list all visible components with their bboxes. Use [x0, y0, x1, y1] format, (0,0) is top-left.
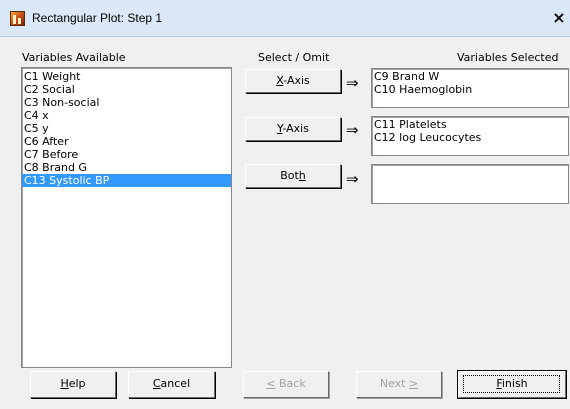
- x-axis-button-label-post: -Axis: [283, 74, 310, 87]
- next-button-key: >: [408, 377, 419, 390]
- both-selected-list[interactable]: [371, 164, 569, 204]
- list-item[interactable]: C2 Social: [22, 83, 231, 96]
- close-button[interactable]: ×: [548, 6, 570, 30]
- app-icon: [10, 11, 25, 26]
- list-item[interactable]: C5 y: [22, 122, 231, 135]
- finish-focus-ring: [463, 375, 560, 393]
- list-item[interactable]: C12 log Leucocytes: [372, 131, 568, 144]
- title-bar[interactable]: Rectangular Plot: Step 1 ×: [0, 0, 570, 37]
- y-axis-selected-list[interactable]: C11 Platelets C12 log Leucocytes: [371, 116, 569, 156]
- both-arrow-icon: ⇒: [346, 170, 359, 188]
- back-button-key: <: [266, 377, 276, 390]
- list-item[interactable]: C11 Platelets: [372, 118, 568, 131]
- window-title: Rectangular Plot: Step 1: [32, 11, 163, 25]
- both-button-label-pre: Bot: [280, 169, 299, 182]
- x-axis-arrow-icon: ⇒: [346, 74, 359, 92]
- help-button[interactable]: Help: [30, 371, 116, 398]
- back-button-rest: Back: [275, 377, 306, 390]
- help-button-rest: elp: [68, 377, 86, 390]
- variables-available-label: Variables Available: [22, 51, 126, 64]
- list-item[interactable]: C4 x: [22, 109, 231, 122]
- y-axis-button[interactable]: Y-Axis: [245, 117, 341, 141]
- cancel-button-key: C: [152, 377, 161, 390]
- cancel-button-rest: ancel: [160, 377, 191, 390]
- y-axis-arrow-icon: ⇒: [346, 121, 359, 139]
- y-axis-button-label-post: -Axis: [282, 122, 309, 135]
- list-item[interactable]: C8 Brand G: [22, 161, 231, 174]
- list-item[interactable]: C13 Systolic BP: [22, 174, 231, 187]
- both-button-label-key: h: [298, 169, 306, 182]
- list-item[interactable]: C1 Weight: [22, 70, 231, 83]
- back-button[interactable]: < Back: [243, 371, 329, 398]
- cancel-button[interactable]: Cancel: [128, 371, 215, 398]
- list-item[interactable]: C3 Non-social: [22, 96, 231, 109]
- list-item[interactable]: C10 Haemoglobin: [372, 83, 568, 96]
- both-button[interactable]: Both: [245, 164, 341, 188]
- variables-available-list[interactable]: C1 Weight C2 Social C3 Non-social C4 x C5 yC…: [21, 67, 232, 368]
- next-button[interactable]: Next >: [356, 371, 442, 398]
- next-button-pre: Next: [379, 377, 409, 390]
- list-item[interactable]: C9 Brand W: [372, 70, 568, 83]
- x-axis-selected-list[interactable]: C9 Brand W C10 Haemoglobin: [371, 68, 569, 108]
- finish-button[interactable]: Finish: [457, 370, 567, 399]
- help-button-key: H: [60, 377, 69, 390]
- select-omit-label: Select / Omit: [258, 51, 330, 64]
- x-axis-button[interactable]: X-Axis: [245, 69, 341, 93]
- list-item[interactable]: C6 After: [22, 135, 231, 148]
- list-item[interactable]: C7 Before: [22, 148, 231, 161]
- variables-selected-label: Variables Selected: [457, 51, 559, 64]
